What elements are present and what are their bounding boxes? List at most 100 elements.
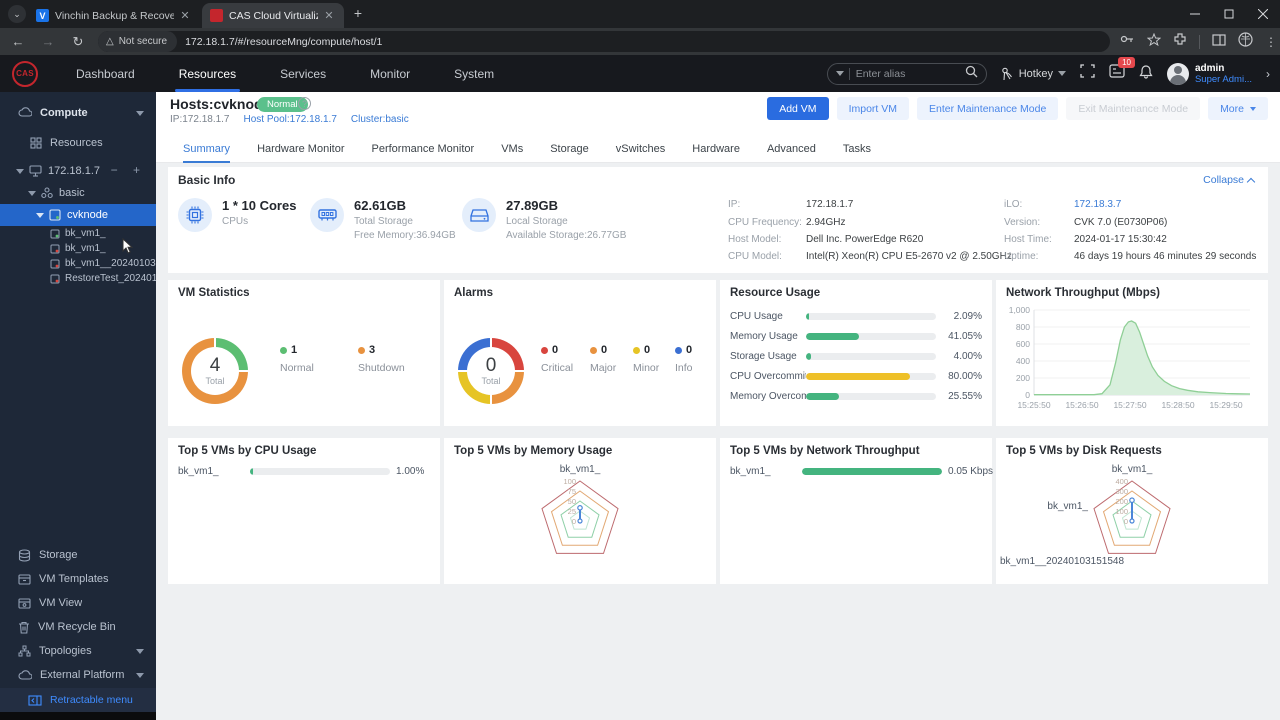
tree-node-vm[interactable]: RestoreTest_20240117... — [0, 271, 156, 286]
svg-text:0: 0 — [572, 517, 576, 526]
detail-version: Version: CVK 7.0 (E0730P06) — [1004, 217, 1168, 228]
page-title: Hosts:cvknode — [170, 96, 271, 112]
chevron-down-icon[interactable] — [136, 110, 144, 116]
detail-host-model: Host Model: Dell Inc. PowerEdge R620 — [728, 234, 924, 245]
tab-storage[interactable]: Storage — [550, 135, 589, 163]
nav-item-monitor[interactable]: Monitor — [348, 55, 432, 92]
nav-item-dashboard[interactable]: Dashboard — [54, 55, 157, 92]
sidebar-item-resources[interactable]: Resources — [0, 132, 156, 154]
user-menu[interactable]: admin Super Admi... — [1166, 62, 1252, 85]
alias-search-box[interactable] — [826, 62, 987, 85]
tab-summary[interactable]: Summary — [183, 135, 231, 163]
expand-caret-icon[interactable] — [28, 190, 36, 196]
tab-hardware[interactable]: Hardware — [692, 135, 740, 163]
close-tab-icon[interactable]: ✕ — [322, 9, 336, 23]
tree-node-host-pool[interactable]: 172.18.1.7 − + — [0, 160, 156, 182]
tree-node-cluster[interactable]: basic — [0, 182, 156, 204]
new-tab-button[interactable]: + — [350, 6, 366, 22]
chevron-down-icon[interactable] — [136, 672, 144, 678]
tab-vswitches[interactable]: vSwitches — [616, 135, 666, 163]
more-button[interactable]: More — [1208, 97, 1268, 120]
task-center-button[interactable]: 10 — [1109, 57, 1135, 83]
svg-text:15:29:50: 15:29:50 — [1209, 400, 1242, 410]
sidebar-item-vm-recycle-bin[interactable]: VM Recycle Bin — [0, 616, 156, 638]
tab-tasks[interactable]: Tasks — [843, 135, 871, 163]
memory-stat: 62.61GB Total Storage Free Memory:36.94G… — [310, 198, 456, 241]
svg-text:15:26:50: 15:26:50 — [1065, 400, 1098, 410]
basic-info-card: Basic Info Collapse 1 * 10 Cores CPUs 62… — [168, 167, 1268, 273]
password-key-icon[interactable] — [1120, 33, 1135, 51]
enter-maintenance-button[interactable]: Enter Maintenance Mode — [917, 97, 1059, 120]
security-chip[interactable]: △ Not secure — [98, 31, 178, 52]
avatar — [1166, 62, 1189, 85]
search-icon[interactable] — [965, 65, 978, 83]
brand-logo: CAS — [12, 60, 38, 87]
cluster-link[interactable]: Cluster:basic — [351, 114, 409, 125]
expand-caret-icon[interactable] — [36, 212, 44, 218]
memory-label: Total Storage — [354, 216, 413, 227]
browser-tab-vinchin[interactable]: V Vinchin Backup & Recovery ✕ — [28, 3, 200, 28]
svg-text:200: 200 — [1115, 497, 1128, 506]
ilo-link[interactable]: 172.18.3.7 — [1074, 199, 1121, 210]
card-title: Resource Usage — [730, 287, 821, 299]
svg-text:15:27:50: 15:27:50 — [1113, 400, 1146, 410]
nav-item-resources[interactable]: Resources — [157, 55, 258, 92]
bookmark-star-icon[interactable] — [1146, 32, 1162, 51]
retractable-menu-button[interactable]: Retractable menu — [0, 688, 156, 712]
expand-caret-icon[interactable] — [16, 168, 24, 174]
browser-menu-icon[interactable]: ⋮ — [1265, 35, 1277, 49]
import-vm-button[interactable]: Import VM — [836, 97, 909, 120]
sidebar-item-vm-view[interactable]: VM View — [0, 592, 156, 614]
profile-icon[interactable] — [1238, 31, 1253, 52]
address-bar[interactable]: △ Not secure 172.18.1.7/#/resourceMng/com… — [98, 31, 1110, 52]
sidebar-item-external-platform[interactable]: External Platform — [0, 664, 156, 686]
host-header: Hosts:cvknode Normal ? IP:172.18.1.7 Hos… — [156, 92, 1280, 163]
tab-advanced[interactable]: Advanced — [767, 135, 816, 163]
trash-icon — [18, 621, 30, 634]
chevron-down-icon[interactable] — [136, 648, 144, 654]
nav-item-services[interactable]: Services — [258, 55, 348, 92]
fullscreen-icon[interactable] — [1080, 64, 1095, 83]
alias-search-input[interactable] — [855, 67, 965, 80]
tab-search-button[interactable]: ⌄ — [8, 5, 26, 23]
host-pool-link[interactable]: Host Pool:172.18.1.7 — [244, 114, 337, 125]
hotkey-menu[interactable]: Hotkey — [1001, 67, 1066, 81]
add-vm-button[interactable]: Add VM — [767, 97, 829, 120]
minimize-button[interactable] — [1178, 0, 1212, 28]
tab-vms[interactable]: VMs — [501, 135, 523, 163]
svg-text:15:28:50: 15:28:50 — [1161, 400, 1194, 410]
extensions-icon[interactable] — [1173, 32, 1187, 51]
collapse-link[interactable]: Collapse — [1203, 174, 1256, 186]
card-title: Top 5 VMs by Network Throughput — [730, 445, 920, 457]
nav-expand-chevron-icon[interactable]: › — [1266, 67, 1270, 81]
sidebar-item-vm-templates[interactable]: VM Templates — [0, 568, 156, 590]
sidebar-section-compute[interactable]: Compute — [0, 102, 156, 124]
maximize-button[interactable] — [1212, 0, 1246, 28]
browser-tab-cas[interactable]: CAS Cloud Virtualization Mar ✕ — [202, 3, 344, 28]
cpu-stat: 1 * 10 Cores CPUs — [178, 198, 296, 232]
notification-bell-icon[interactable] — [1139, 64, 1153, 84]
card-title: VM Statistics — [178, 287, 250, 299]
forward-button[interactable]: → — [36, 30, 60, 54]
network-throughput-card: Network Throughput (Mbps) 1,000 800 600 … — [996, 280, 1268, 426]
top5-cpu-row: bk_vm1_ 1.00% — [178, 466, 425, 477]
user-role: Super Admi... — [1194, 73, 1252, 85]
close-tab-icon[interactable]: ✕ — [178, 9, 192, 23]
nav-item-system[interactable]: System — [432, 55, 516, 92]
back-button[interactable]: ← — [6, 30, 30, 54]
reload-button[interactable]: ↻ — [66, 30, 90, 54]
vm-icon — [50, 229, 60, 239]
side-panel-icon[interactable] — [1212, 33, 1226, 51]
tab-hardware-monitor[interactable]: Hardware Monitor — [257, 135, 344, 163]
tree-node-host-cvknode[interactable]: cvknode — [0, 204, 156, 226]
help-icon[interactable]: ? — [298, 97, 311, 110]
sidebar-item-storage[interactable]: Storage — [0, 544, 156, 566]
svg-text:800: 800 — [1016, 322, 1030, 332]
search-scope-caret-icon[interactable] — [835, 71, 844, 76]
tab-performance-monitor[interactable]: Performance Monitor — [371, 135, 474, 163]
sidebar-item-topologies[interactable]: Topologies — [0, 640, 156, 662]
close-window-button[interactable] — [1246, 0, 1280, 28]
cluster-icon — [41, 187, 53, 199]
tree-zoom-controls[interactable]: − + — [111, 163, 146, 177]
usage-row-cpu-overcommit: CPU Overcommit 80.00% — [730, 370, 982, 382]
